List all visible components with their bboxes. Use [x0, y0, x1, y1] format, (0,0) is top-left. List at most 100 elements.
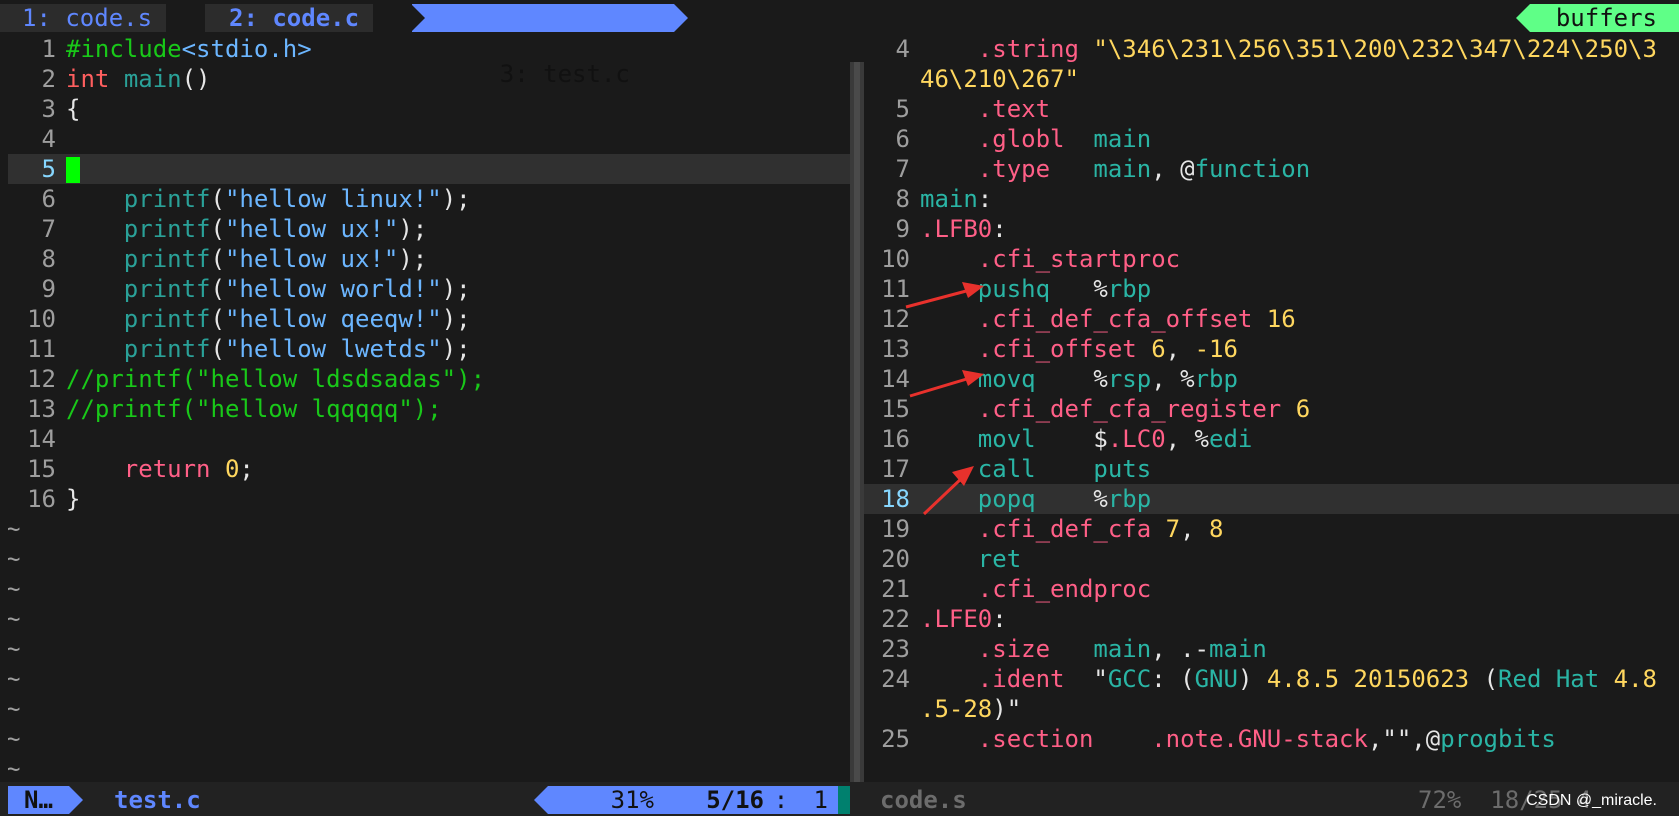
code-token: 7 — [1165, 515, 1181, 543]
status-filename-right: code.s — [880, 786, 967, 814]
code-line[interactable]: 22 .LFE0: — [864, 604, 1679, 634]
code-line[interactable]: 16 movl $.LC0, %edi — [864, 424, 1679, 454]
code-token: ( — [210, 335, 225, 363]
code-token: () — [181, 65, 211, 93]
code-token: //printf("hellow ldsdsadas"); — [66, 365, 486, 393]
code-line[interactable]: 10 printf("hellow qeeqw!"); — [8, 304, 850, 334]
code-token: ) — [1237, 665, 1267, 693]
right-editor-pane[interactable]: 4 .string "\346\231\256\351\200\232\347\… — [864, 34, 1679, 782]
code-token: pushq — [977, 275, 1051, 303]
code-line[interactable]: 15 .cfi_def_cfa_register 6 — [864, 394, 1679, 424]
tab-code-s[interactable]: 1: code.s — [0, 4, 167, 32]
current-line[interactable]: 5 — [8, 154, 850, 184]
line-number: 13 — [881, 335, 910, 363]
text-cursor — [66, 157, 80, 183]
code-line[interactable]: 14 movq %rsp, %rbp — [864, 364, 1679, 394]
code-token: 46\210\267" — [920, 65, 1079, 93]
code-line[interactable]: 6 .globl main — [864, 124, 1679, 154]
vertical-split-divider[interactable] — [850, 62, 864, 782]
line-number: 11 — [27, 335, 56, 363]
code-line[interactable]: 10 .cfi_startproc — [864, 244, 1679, 274]
line-number: 10 — [881, 245, 910, 273]
code-line[interactable]: 17 call puts — [864, 454, 1679, 484]
code-line[interactable]: 21 .cfi_endproc — [864, 574, 1679, 604]
code-line[interactable]: 25 .section .note.GNU-stack,"",@progbits — [864, 724, 1679, 754]
code-token: main — [1093, 635, 1152, 663]
code-token: .LFE0 — [920, 605, 993, 633]
code-token: , — [1165, 335, 1195, 363]
code-line[interactable]: 20 ret — [864, 544, 1679, 574]
code-line[interactable]: 16} — [8, 484, 850, 514]
code-line[interactable]: 19 .cfi_def_cfa 7, 8 — [864, 514, 1679, 544]
code-token: 0 — [224, 455, 240, 483]
buffers-left-edge — [1515, 4, 1530, 32]
code-token: call — [977, 455, 1036, 483]
code-line[interactable]: 3{ — [8, 94, 850, 124]
left-editor-pane[interactable]: 1 #include<stdio.h> 2 int main() 3{4 5 6 print… — [8, 34, 850, 782]
code-line[interactable]: 4 .string "\346\231\256\351\200\232\347\… — [864, 34, 1679, 64]
code-line[interactable]: 13 //printf("hellow lqqqqq"); — [8, 394, 850, 424]
code-line[interactable]: 9 printf("hellow world!"); — [8, 274, 850, 304]
line-number: 6 — [895, 125, 910, 153]
line-number: 19 — [881, 515, 910, 543]
line-number: 8 — [41, 245, 56, 273]
code-line[interactable]: 2 int main() — [8, 64, 850, 94]
code-line[interactable]: 9 .LFB0: — [864, 214, 1679, 244]
status-line-count: 5/16 — [706, 786, 764, 814]
tab-test-c[interactable]: 3: test.c — [411, 4, 688, 88]
code-token: $ — [1035, 425, 1108, 453]
code-line[interactable]: 14 — [8, 424, 850, 454]
code-line[interactable]: 12 //printf("hellow ldsdsadas"); — [8, 364, 850, 394]
code-line[interactable]: 5 .text — [864, 94, 1679, 124]
code-line[interactable]: 4 — [8, 124, 850, 154]
code-line[interactable]: 7 .type main, @function — [864, 154, 1679, 184]
line-number: 17 — [881, 455, 910, 483]
tabline: 1: code.s 2: code.c 3: test.c buffers — [0, 0, 1679, 88]
buffers-indicator[interactable]: buffers — [1515, 4, 1679, 32]
code-line[interactable]: 15 return 0; — [8, 454, 850, 484]
code-line[interactable]: 7 printf("hellow ux!"); — [8, 214, 850, 244]
code-token: " — [1064, 665, 1108, 693]
line-number: 25 — [881, 725, 910, 753]
code-token: % — [1050, 275, 1108, 303]
code-line[interactable]: 24 .ident "GCC: (GNU) 4.8.5 20150623 (Re… — [864, 664, 1679, 694]
current-line[interactable]: 18 popq %rbp — [864, 484, 1679, 514]
code-token: % — [1035, 485, 1108, 513]
mode-edge — [68, 786, 83, 814]
code-token: puts — [1093, 455, 1152, 483]
code-line[interactable]: 13 .cfi_offset 6, -16 — [864, 334, 1679, 364]
code-line[interactable]: 11 printf("hellow lwetds"); — [8, 334, 850, 364]
code-token: .size — [977, 635, 1051, 663]
code-line[interactable]: 12 .cfi_def_cfa_offset 16 — [864, 304, 1679, 334]
code-token: , % — [1151, 365, 1195, 393]
code-token: 4.8.5 20150623 — [1266, 665, 1470, 693]
code-line[interactable]: .5-28)" — [864, 694, 1679, 724]
code-token: rbp — [1194, 365, 1238, 393]
code-token: .LC0 — [1107, 425, 1166, 453]
status-accent — [838, 786, 850, 814]
code-line[interactable]: 6 printf("hellow linux!"); — [8, 184, 850, 214]
line-number: 22 — [881, 605, 910, 633]
code-line[interactable]: 1 #include<stdio.h> — [8, 34, 850, 64]
code-line[interactable]: 11 pushq %rbp — [864, 274, 1679, 304]
code-token: rbp — [1107, 485, 1152, 513]
line-number: 18 — [881, 485, 910, 513]
code-token: .section — [977, 725, 1094, 753]
line-number: 20 — [881, 545, 910, 573]
line-number: 4 — [41, 125, 56, 153]
tab-code-c[interactable]: 2: code.c — [205, 4, 374, 32]
code-line[interactable]: 8 printf("hellow ux!"); — [8, 244, 850, 274]
tab-label: 1: code.s — [22, 4, 153, 32]
code-line[interactable]: 8 main: — [864, 184, 1679, 214]
empty-line-marker: ~ — [8, 635, 21, 663]
line-number: 8 — [895, 185, 910, 213]
code-line[interactable]: 46\210\267" — [864, 64, 1679, 94]
code-line[interactable]: 23 .size main, .-main — [864, 634, 1679, 664]
empty-line-marker: ~ — [8, 545, 21, 573]
